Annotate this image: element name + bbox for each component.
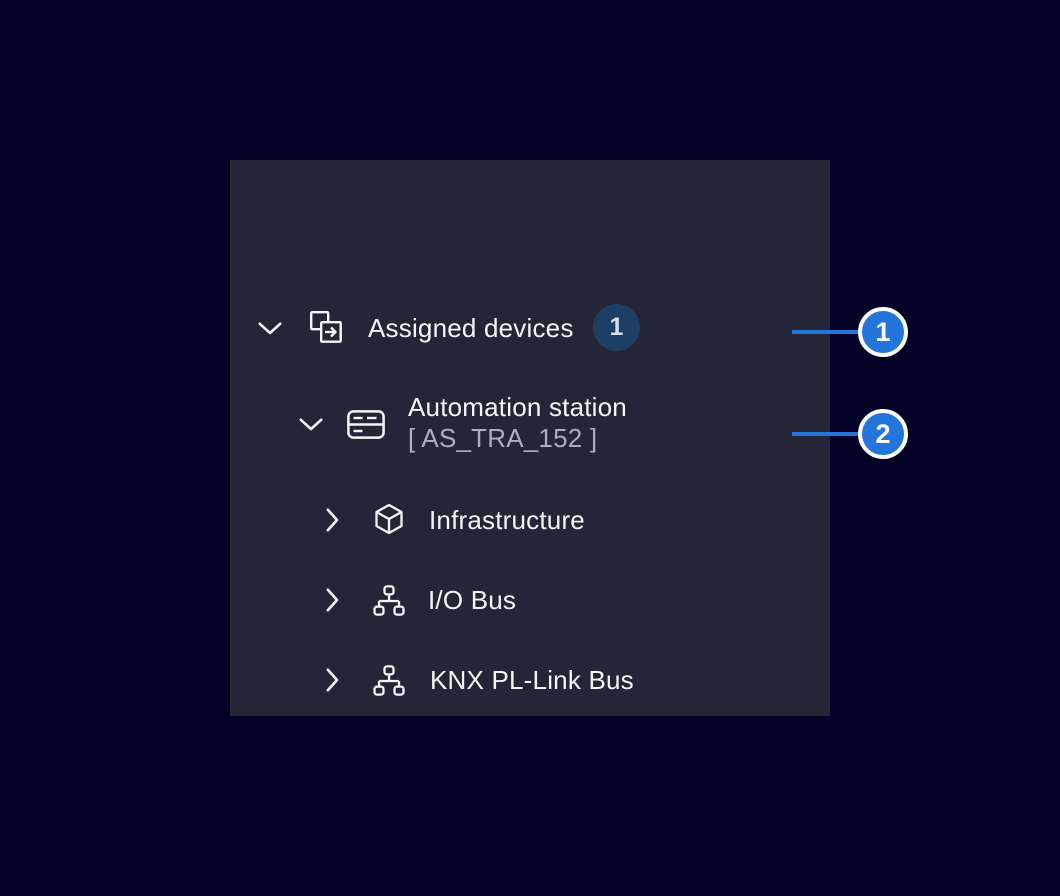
tree-item-title: Automation station (408, 392, 627, 422)
callout-line-1 (792, 330, 858, 334)
chevron-right-icon[interactable] (326, 588, 339, 612)
chevron-right-icon[interactable] (326, 668, 339, 692)
callout-marker-1: 1 (858, 307, 908, 357)
callout-line-2 (792, 432, 858, 436)
assigned-devices-icon (309, 310, 343, 344)
tree-item-label: Assigned devices (368, 312, 574, 344)
chevron-down-icon[interactable] (258, 322, 282, 335)
automation-station-icon (347, 410, 385, 439)
tree-item-label: KNX PL-Link Bus (430, 664, 634, 696)
count-badge: 1 (593, 304, 640, 351)
tree-item-label: Automation station [ AS_TRA_152 ] (408, 392, 627, 454)
chevron-right-icon[interactable] (326, 508, 339, 532)
device-tree-panel: Assigned devices 1 Automation sta (230, 160, 830, 716)
chevron-down-icon[interactable] (299, 418, 323, 431)
network-bus-icon (373, 665, 405, 696)
tree-item-label: I/O Bus (428, 584, 516, 616)
callout-marker-2: 2 (858, 409, 908, 459)
cube-icon (374, 503, 404, 535)
canvas: Assigned devices 1 Automation sta (0, 0, 1060, 896)
tree-item-subtitle: [ AS_TRA_152 ] (408, 423, 627, 454)
network-bus-icon (373, 585, 405, 616)
tree-item-label: Infrastructure (429, 504, 585, 536)
